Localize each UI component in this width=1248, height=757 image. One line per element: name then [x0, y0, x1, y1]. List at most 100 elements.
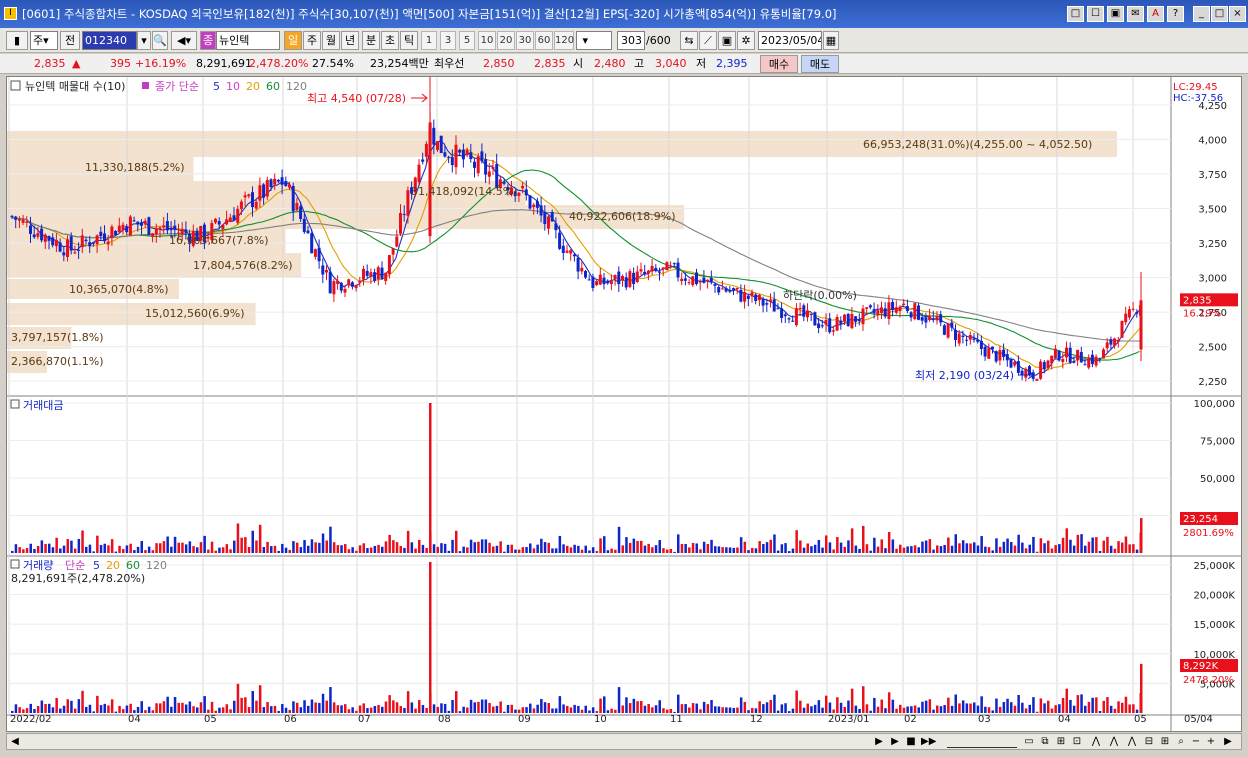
candle-body: [399, 212, 402, 234]
code-input[interactable]: 012340: [82, 31, 137, 50]
chart-scrollbar[interactable]: ◀ ▶ ▶ ■ ▶▶ ▭ ⧉ ⊞ ⊡ ⋀ ⋀ ⋀ ⊟ ⊞ ⌕ − + ▶: [6, 733, 1242, 750]
settings-icon[interactable]: ✲: [737, 31, 755, 50]
stop-icon[interactable]: ■: [905, 735, 917, 748]
volume-bar: [580, 709, 584, 713]
help-icon[interactable]: ?: [1167, 6, 1184, 22]
candle-body: [946, 323, 950, 338]
interval-1[interactable]: 1: [421, 31, 437, 50]
link-icon[interactable]: □: [1067, 6, 1084, 22]
period-day[interactable]: 일: [284, 31, 302, 50]
stock-name-field[interactable]: 뉴인텍: [216, 31, 280, 50]
compare-icon[interactable]: ⇆: [680, 31, 698, 50]
chart-area[interactable]: 2022/02 04 05 06 07 08 09 10 11 12 2023/01 02 03 04 05…: [6, 76, 1242, 732]
volume-bar: [288, 710, 291, 713]
buy-button[interactable]: 매수: [760, 55, 798, 73]
amount-bar: [129, 543, 132, 553]
amount-bar: [865, 544, 869, 553]
tool-icon-7[interactable]: ⋀: [1125, 735, 1139, 748]
calendar-icon[interactable]: ▦: [823, 31, 839, 50]
play-icon[interactable]: ▶: [889, 735, 901, 748]
font-icon[interactable]: A: [1147, 6, 1164, 22]
scroll-left-icon[interactable]: ◀: [9, 735, 21, 748]
x-tick-label: 10: [594, 714, 607, 725]
tool-icon-1[interactable]: ▭: [1023, 735, 1035, 748]
volume-bar: [636, 701, 639, 713]
low-annotation: 최저 2,190 (03/24): [915, 369, 1014, 382]
fast-forward-icon[interactable]: ▶▶: [921, 735, 936, 748]
count-input[interactable]: 303: [617, 31, 645, 50]
amount-bar: [1102, 540, 1105, 553]
candle-body: [717, 287, 721, 293]
volume-bar: [62, 705, 66, 713]
amount-bar: [736, 547, 739, 553]
interval-60[interactable]: 60: [535, 31, 553, 50]
tool-icon-5[interactable]: ⋀: [1089, 735, 1103, 748]
minimize-button[interactable]: _: [1193, 6, 1210, 22]
candle-body: [1139, 300, 1143, 350]
close-button[interactable]: ×: [1229, 6, 1246, 22]
period-minute[interactable]: 분: [362, 31, 380, 50]
amount-bar: [825, 535, 828, 553]
amount-bar: [510, 544, 513, 553]
amount-bar: [547, 542, 550, 553]
indicator-icon[interactable]: ▮: [6, 31, 28, 50]
period-tick[interactable]: 틱: [400, 31, 418, 50]
candle-body: [957, 333, 961, 344]
interval-20[interactable]: 20: [497, 31, 515, 50]
tool-icon-3[interactable]: ⊞: [1055, 735, 1067, 748]
tool-icon-8[interactable]: ⊟: [1143, 735, 1155, 748]
interval-5[interactable]: 5: [459, 31, 475, 50]
amount-bar: [569, 547, 573, 553]
period-year[interactable]: 년: [341, 31, 359, 50]
amount-bar: [884, 548, 887, 553]
volume-bar: [662, 708, 665, 713]
magnify-icon[interactable]: ⌕: [1175, 735, 1187, 748]
interval-10[interactable]: 10: [478, 31, 496, 50]
interval-30[interactable]: 30: [516, 31, 534, 50]
period-week[interactable]: 주: [303, 31, 321, 50]
amount-bar: [1072, 545, 1076, 553]
mail-icon[interactable]: ✉: [1127, 6, 1144, 22]
amount-last-tag: 23,254: [1183, 514, 1218, 525]
amount-bar: [203, 535, 206, 553]
refresh-icon[interactable]: ☐: [1087, 6, 1104, 22]
candle-body: [221, 224, 225, 229]
window-icon[interactable]: ▣: [1107, 6, 1124, 22]
candle-body: [1127, 309, 1131, 318]
tool-icon-6[interactable]: ⋀: [1107, 735, 1121, 748]
search-icon[interactable]: 🔍: [152, 31, 168, 50]
prev-button[interactable]: 전: [60, 31, 80, 50]
market-select[interactable]: 주▾: [30, 31, 58, 50]
date-input[interactable]: 2023/05/04: [758, 31, 822, 50]
amount-bar: [662, 548, 665, 553]
speaker-icon[interactable]: ◀▾: [171, 31, 197, 50]
volume-bar: [991, 710, 994, 713]
volume-bar: [1013, 705, 1017, 713]
volume-bar: [936, 705, 939, 713]
sell-button[interactable]: 매도: [801, 55, 839, 73]
interval-3[interactable]: 3: [440, 31, 456, 50]
candle-body: [931, 318, 935, 320]
interval-custom-input[interactable]: ▾: [576, 31, 612, 50]
period-month[interactable]: 월: [322, 31, 340, 50]
period-second[interactable]: 초: [381, 31, 399, 50]
ma-period-label: 20: [246, 80, 260, 93]
tool-icon-9[interactable]: ⊞: [1159, 735, 1171, 748]
maximize-button[interactable]: □: [1211, 6, 1228, 22]
code-dropdown-icon[interactable]: ▾: [137, 31, 151, 50]
tool-icon-4[interactable]: ⊡: [1071, 735, 1083, 748]
zoom-out-icon[interactable]: −: [1190, 735, 1202, 748]
save-icon[interactable]: ▣: [718, 31, 736, 50]
stock-chart[interactable]: 2022/02 04 05 06 07 08 09 10 11 12 2023/01 02 03 04 05…: [7, 77, 1241, 731]
tool-icon-2[interactable]: ⧉: [1039, 735, 1051, 748]
speed-slider[interactable]: [947, 735, 1017, 748]
volume-bar: [429, 561, 432, 713]
volume-bar: [747, 710, 750, 713]
scroll-right-icon[interactable]: ▶: [1222, 735, 1234, 748]
play-back-icon[interactable]: ▶: [873, 735, 885, 748]
zoom-in-icon[interactable]: +: [1205, 735, 1217, 748]
volume-last-pct: 2478.20%: [1183, 675, 1234, 686]
chart-icon[interactable]: ⟋: [699, 31, 717, 50]
amount-bar: [869, 550, 872, 553]
interval-120[interactable]: 120: [554, 31, 574, 50]
